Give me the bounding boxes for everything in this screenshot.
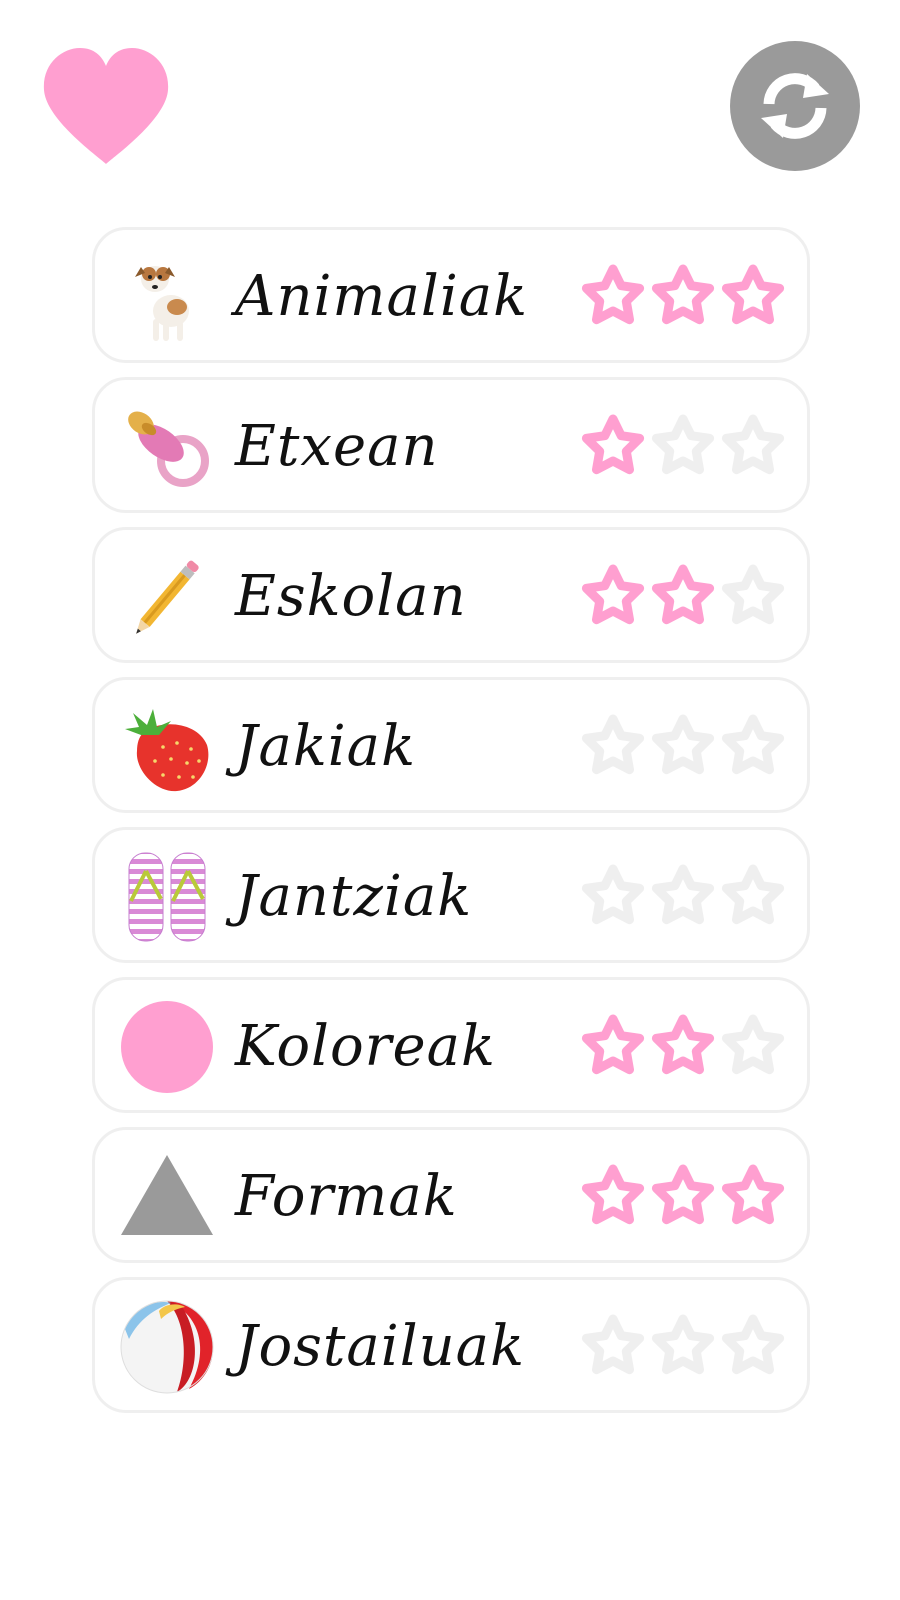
star-empty-icon bbox=[721, 714, 785, 775]
star-empty-icon bbox=[721, 564, 785, 625]
category-row-jantziak[interactable]: Jantziak bbox=[92, 827, 810, 963]
category-label: Etxean bbox=[235, 414, 439, 479]
category-label: Koloreak bbox=[235, 1014, 496, 1079]
pencil-icon bbox=[119, 549, 215, 645]
category-row-jostailuak[interactable]: Jostailuak bbox=[92, 1277, 810, 1413]
star-rating bbox=[581, 263, 785, 331]
star-filled-icon bbox=[651, 564, 715, 625]
star-filled-icon bbox=[581, 1164, 645, 1225]
star-empty-icon bbox=[721, 414, 785, 475]
category-row-formak[interactable]: Formak bbox=[92, 1127, 810, 1263]
top-bar bbox=[0, 0, 900, 200]
pink-circle-icon bbox=[119, 999, 215, 1095]
triangle-icon bbox=[119, 1149, 215, 1245]
star-rating bbox=[581, 563, 785, 631]
star-empty-icon bbox=[651, 864, 715, 925]
star-filled-icon bbox=[651, 1014, 715, 1075]
category-label: Jantziak bbox=[235, 864, 473, 929]
star-empty-icon bbox=[581, 714, 645, 775]
star-empty-icon bbox=[581, 864, 645, 925]
star-filled-icon bbox=[581, 414, 645, 475]
category-label: Formak bbox=[235, 1164, 458, 1229]
star-rating bbox=[581, 413, 785, 481]
star-filled-icon bbox=[651, 264, 715, 325]
star-empty-icon bbox=[651, 714, 715, 775]
star-filled-icon bbox=[581, 264, 645, 325]
star-filled-icon bbox=[721, 1164, 785, 1225]
category-row-animaliak[interactable]: Animaliak bbox=[92, 227, 810, 363]
star-filled-icon bbox=[581, 1014, 645, 1075]
star-empty-icon bbox=[581, 1314, 645, 1375]
flip-flops-icon bbox=[119, 849, 215, 945]
category-label: Animaliak bbox=[235, 264, 529, 329]
category-label: Jostailuak bbox=[235, 1314, 525, 1379]
refresh-icon bbox=[761, 73, 829, 139]
pacifier-icon bbox=[119, 399, 215, 495]
star-empty-icon bbox=[721, 1014, 785, 1075]
category-label: Jakiak bbox=[235, 714, 416, 779]
beach-ball-icon bbox=[119, 1299, 215, 1395]
star-rating bbox=[581, 1163, 785, 1231]
category-row-koloreak[interactable]: Koloreak bbox=[92, 977, 810, 1113]
star-empty-icon bbox=[651, 1314, 715, 1375]
star-empty-icon bbox=[651, 414, 715, 475]
star-rating bbox=[581, 863, 785, 931]
star-filled-icon bbox=[581, 564, 645, 625]
dog-icon bbox=[119, 249, 215, 345]
star-rating bbox=[581, 713, 785, 781]
category-row-eskolan[interactable]: Eskolan bbox=[92, 527, 810, 663]
strawberry-icon bbox=[119, 699, 215, 795]
star-rating bbox=[581, 1313, 785, 1381]
heart-icon[interactable] bbox=[40, 46, 172, 168]
star-filled-icon bbox=[721, 264, 785, 325]
category-row-etxean[interactable]: Etxean bbox=[92, 377, 810, 513]
star-empty-icon bbox=[721, 864, 785, 925]
category-label: Eskolan bbox=[235, 564, 467, 629]
category-row-jakiak[interactable]: Jakiak bbox=[92, 677, 810, 813]
star-empty-icon bbox=[721, 1314, 785, 1375]
star-rating bbox=[581, 1013, 785, 1081]
refresh-button[interactable] bbox=[730, 41, 860, 171]
category-list: Animaliak Etxean Eskolan Jakiak Jantziak… bbox=[92, 227, 810, 1427]
star-filled-icon bbox=[651, 1164, 715, 1225]
